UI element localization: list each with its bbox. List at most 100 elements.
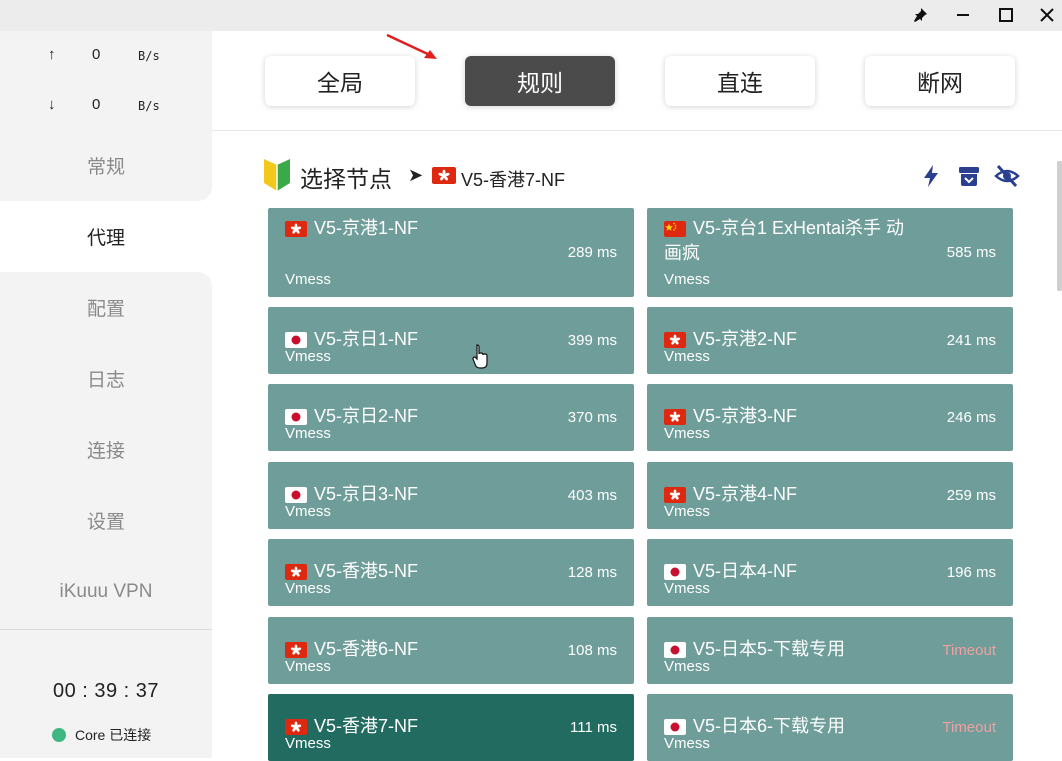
upload-arrow-icon: ↑	[48, 46, 56, 63]
core-status: Core 已连接	[52, 725, 151, 745]
node-protocol: Vmess	[285, 271, 331, 288]
core-status-label: Core 已连接	[75, 727, 152, 743]
upload-unit: B/s	[138, 49, 160, 63]
sidebar-item-connections[interactable]: 连接	[0, 414, 212, 485]
node-latency: 259 ms	[946, 486, 996, 504]
node-latency: 399 ms	[567, 331, 617, 349]
node-latency: 403 ms	[567, 486, 617, 504]
node-protocol: Vmess	[285, 580, 331, 597]
proxy-node-card[interactable]: V5-日本4-NF Vmess 196 ms	[647, 539, 1013, 606]
sidebar-item-profiles[interactable]: 配置	[0, 272, 212, 343]
node-name: V5-京日3-NF	[314, 484, 419, 504]
node-protocol: Vmess	[664, 271, 710, 288]
hong-kong-flag-icon	[285, 564, 307, 580]
node-name: V5-香港5-NF	[314, 561, 419, 581]
hong-kong-flag-icon	[432, 167, 456, 184]
node-name: V5-京港1-NF	[314, 218, 419, 238]
japan-flag-icon	[285, 332, 307, 348]
hong-kong-flag-icon	[285, 642, 307, 658]
node-protocol: Vmess	[285, 348, 331, 365]
node-name: V5-京港2-NF	[693, 329, 798, 349]
uptime-timer: 00 : 39 : 37	[52, 680, 160, 702]
proxy-node-card[interactable]: V5-日本5-下载专用 Vmess Timeout	[647, 617, 1013, 684]
upload-speed: ↑ 0 B/s	[0, 46, 212, 70]
node-protocol: Vmess	[664, 580, 710, 597]
japan-flag-icon	[285, 487, 307, 503]
node-latency: 108 ms	[567, 641, 617, 659]
node-latency: 370 ms	[567, 408, 617, 426]
node-latency: 128 ms	[567, 563, 617, 581]
proxy-node-card[interactable]: V5-京日3-NF Vmess 403 ms	[268, 462, 634, 529]
mode-rule-button[interactable]: 规则	[465, 56, 615, 106]
japan-flag-icon	[664, 642, 686, 658]
japan-flag-icon	[664, 719, 686, 735]
node-name: V5-日本6-下载专用	[693, 716, 846, 736]
current-node-label: V5-香港7-NF	[461, 170, 566, 190]
close-icon[interactable]	[1034, 3, 1060, 27]
proxy-node-card[interactable]: V5-香港5-NF Vmess 128 ms	[268, 539, 634, 606]
pin-icon[interactable]	[907, 3, 933, 27]
node-latency: 111 ms	[570, 718, 617, 736]
maximize-icon[interactable]	[993, 3, 1019, 27]
sidebar-item-logs[interactable]: 日志	[0, 343, 212, 414]
mode-bar: 全局 规则 直连 断网	[212, 31, 1062, 131]
node-latency: 289 ms	[567, 243, 617, 261]
beginner-mark-icon	[264, 159, 290, 191]
proxy-node-card[interactable]: V5-香港7-NF Vmess 111 ms	[268, 694, 634, 761]
proxy-node-card[interactable]: V5-京港4-NF Vmess 259 ms	[647, 462, 1013, 529]
node-latency: Timeout	[942, 641, 996, 659]
download-arrow-icon: ↓	[48, 96, 56, 113]
scrollbar[interactable]	[1057, 161, 1062, 291]
node-protocol: Vmess	[285, 503, 331, 520]
hong-kong-flag-icon	[664, 487, 686, 503]
minimize-icon[interactable]	[950, 3, 976, 27]
mouse-cursor-icon	[472, 344, 488, 369]
japan-flag-icon	[664, 564, 686, 580]
node-protocol: Vmess	[285, 735, 331, 752]
node-name: V5-京港3-NF	[693, 406, 798, 426]
status-dot-icon	[52, 728, 66, 742]
proxy-node-card[interactable]: V5-香港6-NF Vmess 108 ms	[268, 617, 634, 684]
node-name: V5-日本4-NF	[693, 561, 798, 581]
hong-kong-flag-icon	[664, 332, 686, 348]
sidebar-item-ikuuu-vpn[interactable]: iKuuu VPN	[0, 556, 212, 627]
sidebar-item-proxy[interactable]: 代理	[0, 201, 212, 272]
proxy-node-card[interactable]: V5-京日1-NF Vmess 399 ms	[268, 307, 634, 374]
eye-off-icon[interactable]	[994, 163, 1020, 189]
proxy-node-card[interactable]: V5-京港2-NF Vmess 241 ms	[647, 307, 1013, 374]
arrow-icon: ➤	[408, 165, 424, 185]
mode-direct-button[interactable]: 直连	[665, 56, 815, 106]
node-protocol: Vmess	[664, 503, 710, 520]
proxy-node-card[interactable]: V5-京港1-NF Vmess 289 ms	[268, 208, 634, 297]
node-protocol: Vmess	[664, 658, 710, 675]
sidebar-item-settings[interactable]: 设置	[0, 485, 212, 556]
node-name: V5-香港6-NF	[314, 639, 419, 659]
node-protocol: Vmess	[664, 348, 710, 365]
node-latency: 585 ms	[946, 243, 996, 261]
section-title: 选择节点	[300, 166, 392, 192]
node-protocol: Vmess	[664, 735, 710, 752]
main-panel: 全局 规则 直连 断网 选择节点 ➤ V5-香港7-NF V5-京港1-NF V…	[212, 31, 1062, 761]
node-latency: 246 ms	[946, 408, 996, 426]
proxy-node-card[interactable]: V5-京台1 ExHentai杀手 动画疯 Vmess 585 ms	[647, 208, 1013, 297]
node-protocol: Vmess	[664, 425, 710, 442]
download-value: 0	[92, 96, 101, 113]
lightning-icon[interactable]	[918, 163, 944, 189]
mode-offline-button[interactable]: 断网	[865, 56, 1015, 106]
proxy-node-card[interactable]: V5-京日2-NF Vmess 370 ms	[268, 384, 634, 451]
sidebar-item-general[interactable]: 常规	[0, 130, 212, 201]
archive-icon[interactable]	[956, 163, 982, 189]
hong-kong-flag-icon	[285, 719, 307, 735]
traffic-panel: ↑ 0 B/s ↓ 0 B/s	[0, 31, 212, 130]
node-latency: 241 ms	[946, 331, 996, 349]
node-latency: Timeout	[942, 718, 996, 736]
node-protocol: Vmess	[285, 658, 331, 675]
proxy-group-header: 选择节点 ➤ V5-香港7-NF	[262, 159, 1022, 192]
japan-flag-icon	[285, 409, 307, 425]
proxy-node-card[interactable]: V5-京港3-NF Vmess 246 ms	[647, 384, 1013, 451]
node-name: V5-京日1-NF	[314, 329, 419, 349]
proxy-node-card[interactable]: V5-日本6-下载专用 Vmess Timeout	[647, 694, 1013, 761]
node-protocol: Vmess	[285, 425, 331, 442]
download-speed: ↓ 0 B/s	[0, 96, 212, 120]
hong-kong-flag-icon	[664, 409, 686, 425]
